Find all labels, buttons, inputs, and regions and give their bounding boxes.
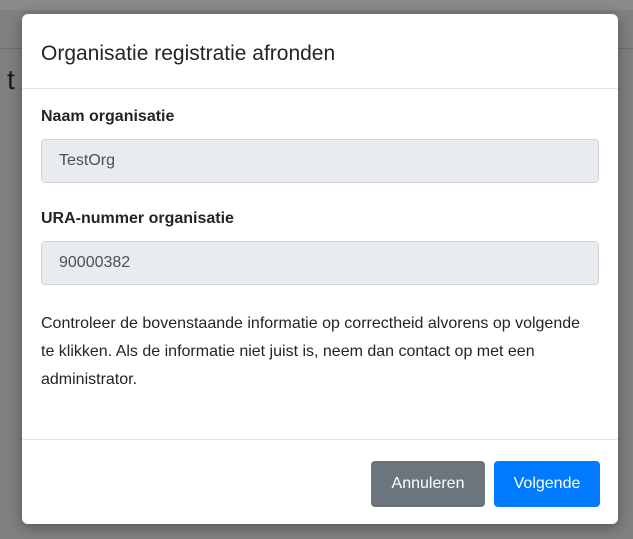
organisation-name-group: Naam organisatie (41, 107, 599, 183)
background-heading: t (7, 64, 15, 95)
modal-body: Naam organisatie URA-nummer organisatie … (22, 89, 618, 440)
modal-footer: Annuleren Volgende (22, 440, 618, 524)
ura-number-input[interactable] (41, 241, 599, 285)
next-button[interactable]: Volgende (494, 461, 600, 507)
cancel-button[interactable]: Annuleren (371, 461, 485, 507)
modal-title: Organisatie registratie afronden (41, 42, 336, 65)
modal-header: Organisatie registratie afronden (22, 14, 618, 89)
background-top-bar (0, 0, 633, 10)
ura-number-group: URA-nummer organisatie (41, 209, 599, 285)
organisation-name-input[interactable] (41, 139, 599, 183)
verification-info-text: Controleer de bovenstaande informatie op… (41, 315, 581, 388)
registration-modal: Organisatie registratie afronden Naam or… (22, 14, 618, 524)
ura-number-label: URA-nummer organisatie (41, 210, 234, 227)
organisation-name-label: Naam organisatie (41, 108, 175, 125)
